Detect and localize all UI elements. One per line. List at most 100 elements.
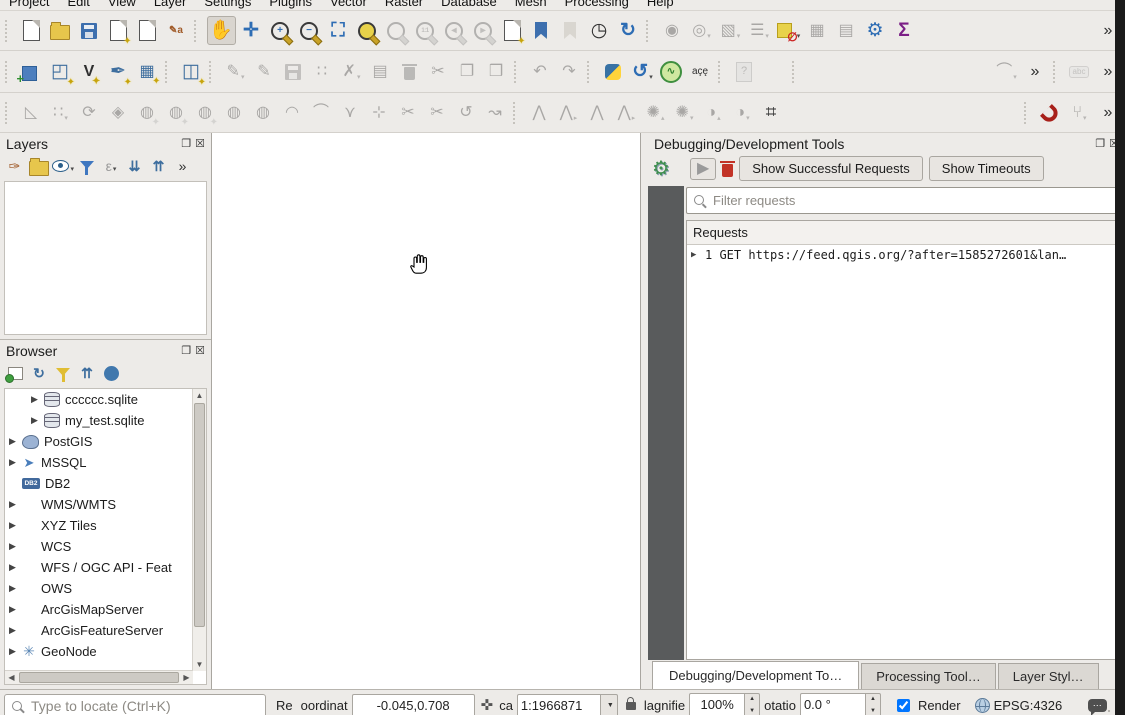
panel-overflow-button[interactable]: » [172, 155, 194, 177]
resize-grip[interactable] [1101, 709, 1111, 715]
dock-splitter[interactable] [641, 133, 648, 689]
toggle-editing-button[interactable]: ✎ [251, 58, 278, 85]
copy-features-button[interactable]: ❐ [454, 58, 481, 85]
network-logger-icon[interactable]: ⚙ [652, 159, 670, 179]
offset-curve-button[interactable]: ⌒ [308, 99, 335, 126]
expand-arrow-icon[interactable]: ▶ [9, 499, 17, 510]
help-contents-button[interactable]: ? [731, 58, 758, 85]
menu-mesh[interactable]: Mesh [506, 0, 556, 10]
tab-layer-styling[interactable]: Layer Styl… [998, 663, 1099, 689]
save-project-button[interactable] [76, 17, 103, 44]
lock-scale-icon[interactable] [626, 702, 636, 710]
expand-arrow-icon[interactable]: ▶ [9, 646, 17, 657]
save-layer-edits-button[interactable] [280, 58, 307, 85]
tab-debugging-development-tools[interactable]: Debugging/Development To… [652, 661, 859, 689]
browser-item-ows[interactable]: ▶ OWS [5, 578, 193, 599]
modify-attributes-button[interactable]: ▤ [367, 58, 394, 85]
first-aid-plugin-button[interactable]: ∿ [658, 58, 685, 85]
menu-view[interactable]: View [99, 0, 145, 10]
filter-requests-input[interactable] [686, 187, 1123, 214]
zoom-in-button[interactable]: + [267, 17, 294, 44]
symbol-scale-up-button[interactable]: ✺▴ [642, 99, 669, 126]
redo-button[interactable]: ↷ [556, 58, 583, 85]
statistics-panel-button[interactable]: Σ [891, 17, 918, 44]
browser-item-wcs[interactable]: ▶ WCS [5, 536, 193, 557]
snapping-toggle-button[interactable] [1037, 99, 1064, 126]
scroll-left-icon[interactable]: ◀ [5, 671, 18, 684]
magnifier-stepper[interactable]: ▲▼ [745, 693, 760, 715]
move-feature-button[interactable]: ∷▾ [47, 99, 74, 126]
show-spatial-bookmarks-button[interactable] [557, 17, 584, 44]
merge-features-button[interactable]: ✂ [395, 99, 422, 126]
menu-vector[interactable]: Vector [321, 0, 376, 10]
float-panel-icon[interactable]: ❐ [1095, 139, 1105, 150]
scroll-up-icon[interactable]: ▲ [193, 389, 206, 402]
expand-arrow-icon[interactable]: ▶ [9, 436, 17, 447]
zoom-to-selection-button[interactable] [354, 17, 381, 44]
render-checkbox[interactable] [897, 699, 910, 712]
refresh-browser-button[interactable]: ↻ [28, 362, 50, 384]
browser-item-xyz-tiles[interactable]: ▶ XYZ Tiles [5, 515, 193, 536]
split-parts-button[interactable]: ⊹ [366, 99, 393, 126]
browser-item-wfs[interactable]: ▶ WFS / OGC API - Feat [5, 557, 193, 578]
rotate-point-symbols-button[interactable]: ↺ [453, 99, 480, 126]
arc-tool-up-button[interactable]: ◑▴ [700, 99, 727, 126]
new-spatialite-layer-button[interactable]: ✒ [105, 58, 132, 85]
filter-legend-button[interactable] [76, 155, 98, 177]
browser-item-cccccc-sqlite[interactable]: ▶ cccccc.sqlite [5, 389, 193, 410]
vertical-scrollbar[interactable]: ▲ ▼ [192, 389, 206, 671]
menu-settings[interactable]: Settings [195, 0, 260, 10]
pan-map-button[interactable]: ✋ [207, 16, 236, 45]
advanced-digitizing-button[interactable]: ◺ [18, 99, 45, 126]
manage-map-themes-button[interactable]: ▾ [52, 155, 74, 177]
expand-arrow-icon[interactable]: ▶ [9, 520, 17, 531]
open-project-button[interactable] [47, 17, 74, 44]
expand-arrow-icon[interactable]: ▶ [9, 457, 17, 468]
delete-part-button[interactable]: ◍ [250, 99, 277, 126]
offset-point-symbol-button[interactable]: ↝ [482, 99, 509, 126]
expand-all-button[interactable]: ⇊ [124, 155, 146, 177]
menu-plugins[interactable]: Plugins [260, 0, 321, 10]
expand-arrow-icon[interactable]: ▶ [691, 250, 699, 260]
clear-requests-icon[interactable] [722, 164, 733, 177]
new-shapefile-layer-button[interactable]: V [76, 58, 103, 85]
crs-status[interactable]: EPSG:4326 [975, 698, 1063, 713]
menu-edit[interactable]: Edit [58, 0, 98, 10]
menu-help[interactable]: Help [638, 0, 683, 10]
chamfer-tool-button[interactable]: ⋀ [584, 99, 611, 126]
data-source-manager-button[interactable] [18, 58, 45, 85]
expand-arrow-icon[interactable]: ▶ [31, 415, 39, 426]
show-layout-manager-button[interactable] [134, 17, 161, 44]
browser-item-wms-wmts[interactable]: ▶ WMS/WMTS [5, 494, 193, 515]
menu-layer[interactable]: Layer [145, 0, 196, 10]
zoom-last-button[interactable]: ◂ [441, 17, 468, 44]
run-feature-action-button[interactable]: ◎▾ [688, 17, 715, 44]
zoom-to-layer-button[interactable] [383, 17, 410, 44]
properties-button[interactable] [100, 362, 122, 384]
pan-to-selection-button[interactable]: ✛ [238, 17, 265, 44]
add-ring-button[interactable]: ◍ [134, 99, 161, 126]
chamfer-tool-alt-button[interactable]: ⋀▸ [613, 99, 640, 126]
shape-digitizing-button[interactable]: ⌒▾ [993, 58, 1020, 85]
paste-features-button[interactable]: ❒ [483, 58, 510, 85]
browser-item-geonode[interactable]: ▶ ✳ GeoNode [5, 641, 193, 662]
record-requests-button[interactable]: ▶ [690, 158, 716, 180]
browser-item-my-test-sqlite[interactable]: ▶ my_test.sqlite [5, 410, 193, 431]
request-row[interactable]: ▶ 1 GET https://feed.qgis.org/?after=158… [687, 245, 1122, 265]
menu-processing[interactable]: Processing [556, 0, 638, 10]
browser-item-arcgis-feature-server[interactable]: ▶ ArcGisFeatureServer [5, 620, 193, 641]
scroll-down-icon[interactable]: ▼ [193, 658, 206, 671]
fill-ring-button[interactable]: ◍ [192, 99, 219, 126]
expand-arrow-icon[interactable]: ▶ [9, 541, 17, 552]
zoom-full-extent-button[interactable]: ⛶ [325, 17, 352, 44]
select-features-by-value-button[interactable]: ☰▾ [746, 17, 773, 44]
trim-extend-button[interactable]: ⋀ [526, 99, 553, 126]
locator-input[interactable] [4, 694, 266, 715]
zoom-native-resolution-button[interactable]: 1:1 [412, 17, 439, 44]
zoom-out-button[interactable]: − [296, 17, 323, 44]
show-timeouts-button[interactable]: Show Timeouts [929, 156, 1044, 181]
filter-by-expression-button[interactable]: ε▾ [100, 155, 122, 177]
merge-feature-attributes-button[interactable]: ✂ [424, 99, 451, 126]
identify-features-button[interactable]: ◉ [659, 17, 686, 44]
scrollbar-thumb[interactable] [19, 672, 179, 683]
